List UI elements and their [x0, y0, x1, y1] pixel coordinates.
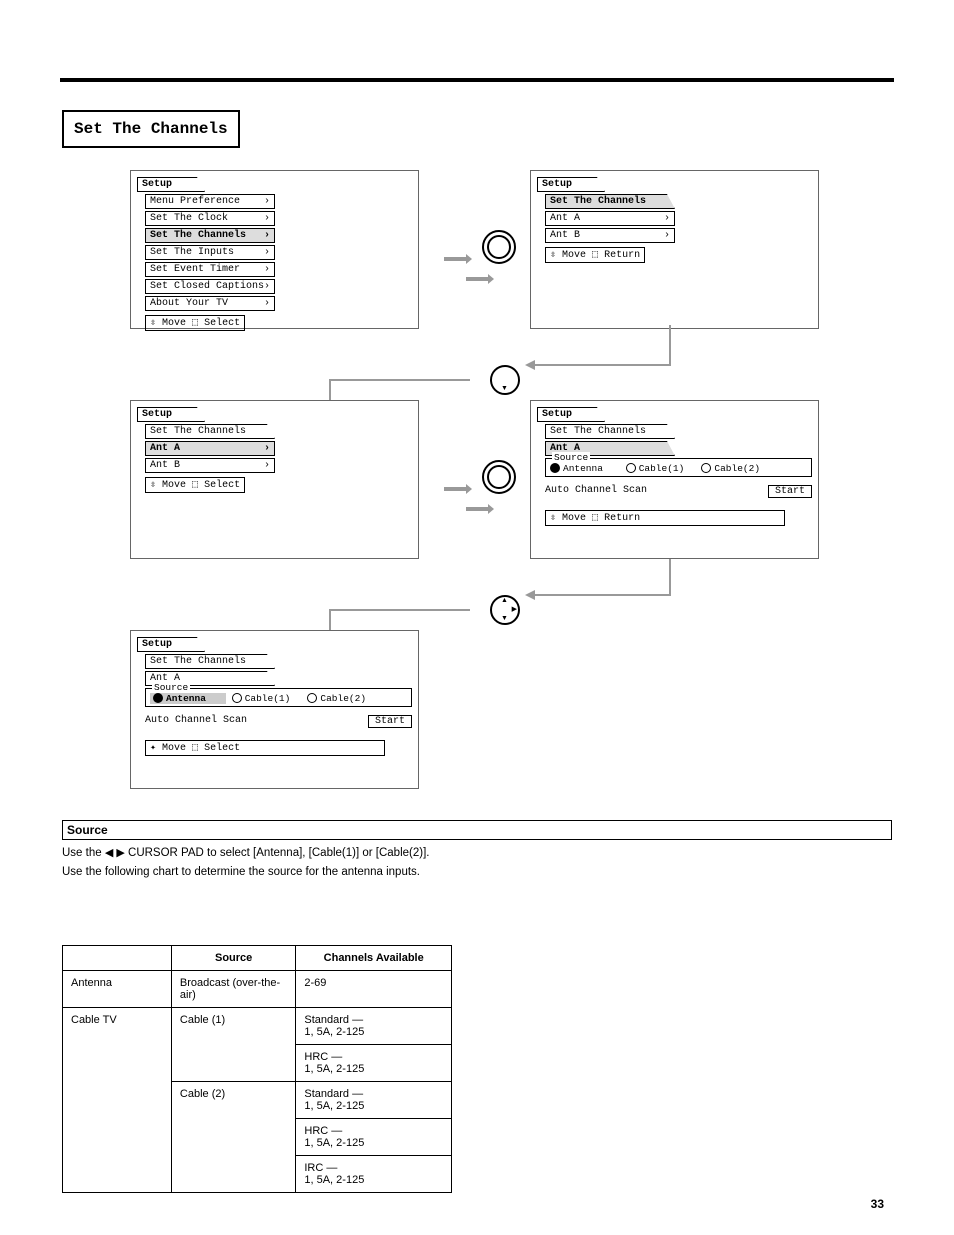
menu-item: Set The Inputs	[145, 245, 275, 260]
enter-button-icon	[482, 460, 516, 494]
menu-item: Set Event Timer	[145, 262, 275, 277]
menu-item: Set The Clock	[145, 211, 275, 226]
cursor-pad-icon: ▲ ▶ ▼	[490, 595, 520, 625]
menu-item: Ant B	[145, 458, 275, 473]
section-title-box: Set The Channels	[62, 110, 240, 148]
subtab-highlighted: Set The Channels	[545, 194, 675, 209]
paragraph: Use the following chart to determine the…	[62, 865, 892, 880]
source-radio-group: Source Antenna Cable(1) Cable(2)	[545, 458, 812, 477]
menu-item: Menu Preference	[145, 194, 275, 209]
menu-item: Set Closed Captions	[145, 279, 275, 294]
screen-anta-source: Setup Set The Channels Ant A Source Ante…	[530, 400, 819, 559]
page-number: 33	[871, 1197, 884, 1211]
menu-item: Ant A	[545, 211, 675, 226]
auto-channel-scan-row: Auto Channel Scan Start	[145, 715, 412, 728]
tab-setup: Setup	[137, 177, 205, 192]
paragraph: Use the ◀ ▶ CURSOR PAD to select [Antenn…	[62, 846, 892, 861]
legend-label: Source	[152, 682, 190, 693]
tab-setup: Setup	[537, 177, 605, 192]
signal-table: Source Channels Available Antenna Broadc…	[62, 945, 452, 1193]
subtab: Set The Channels	[145, 424, 275, 439]
start-button: Start	[768, 485, 812, 498]
cursor-pad-icon: ▼	[490, 365, 520, 395]
source-heading-bar: Source	[62, 820, 892, 840]
hint-bar: ⇳ Move ⬚ Select	[145, 315, 245, 331]
table-row: Antenna Broadcast (over-the-air) 2-69	[63, 971, 452, 1008]
legend-label: Source	[552, 452, 590, 463]
hint-bar: ✦ Move ⬚ Select	[145, 740, 385, 756]
screen-anta-select: Setup Set The Channels Ant A Ant B ⇳ Mov…	[130, 400, 419, 559]
start-button: Start	[368, 715, 412, 728]
screen-setup-main: Setup Menu Preference Set The Clock Set …	[130, 170, 419, 329]
auto-channel-scan-row: Auto Channel Scan Start	[545, 485, 812, 498]
enter-button-arrow	[430, 460, 530, 500]
subtab: Set The Channels	[145, 654, 275, 669]
screen-anta-source-hl: Setup Set The Channels Ant A Source Ante…	[130, 630, 419, 789]
tab-setup: Setup	[537, 407, 605, 422]
col-head	[63, 946, 172, 971]
enter-button-arrow	[430, 230, 530, 270]
menu-item: About Your TV	[145, 296, 275, 311]
hint-bar: ⇳ Move ⬚ Return	[545, 247, 645, 263]
table-row: Cable TV Cable (1) Standard — 1, 5A, 2-1…	[63, 1008, 452, 1045]
source-caption: Source Use the ◀ ▶ CURSOR PAD to select …	[62, 820, 892, 884]
menu-item-highlighted: Ant A	[145, 441, 275, 456]
left-right-arrows-icon: ◀ ▶	[105, 847, 125, 859]
subtab: Set The Channels	[545, 424, 675, 439]
col-head: Channels Available	[296, 946, 452, 971]
hint-bar: ⇳ Move ⬚ Return	[545, 510, 785, 526]
menu-item: Ant B	[545, 228, 675, 243]
tab-setup: Setup	[137, 637, 205, 652]
flow-diagram: Setup Menu Preference Set The Clock Set …	[60, 170, 894, 830]
horizontal-rule	[60, 78, 894, 82]
hint-bar: ⇳ Move ⬚ Select	[145, 477, 245, 493]
col-head: Source	[171, 946, 295, 971]
screen-set-channels: Setup Set The Channels Ant A Ant B ⇳ Mov…	[530, 170, 819, 329]
enter-button-icon	[482, 230, 516, 264]
menu-item-highlighted: Set The Channels	[145, 228, 275, 243]
source-radio-group: Source Antenna Cable(1) Cable(2)	[145, 688, 412, 707]
tab-setup: Setup	[137, 407, 205, 422]
